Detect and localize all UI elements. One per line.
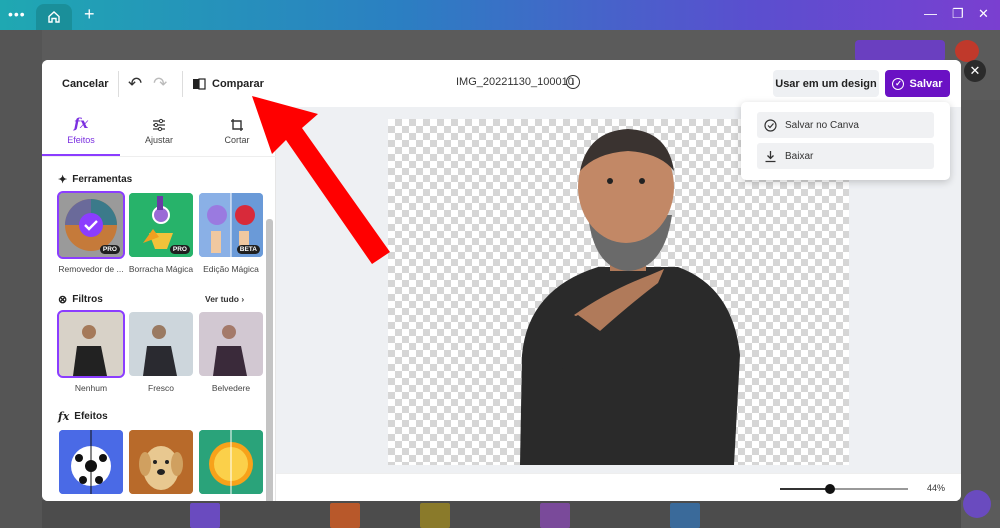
- info-icon[interactable]: i: [566, 75, 580, 89]
- annotation-arrow: [252, 96, 390, 264]
- filters-icon: ⊗: [58, 294, 68, 306]
- see-all-label: Ver tudo: [205, 294, 240, 304]
- see-all-filters-link[interactable]: Ver tudo ›: [205, 294, 244, 304]
- sparkle-icon: ✦: [58, 174, 68, 186]
- effect-tile[interactable]: [129, 430, 193, 494]
- filter-label: Belvedere: [211, 383, 251, 393]
- filter-thumbnail: [199, 312, 263, 376]
- tab-label: Ajustar: [144, 135, 173, 145]
- divider: [182, 71, 183, 97]
- minimize-icon[interactable]: —: [924, 6, 937, 21]
- pro-badge: PRO: [99, 245, 120, 254]
- divider: [118, 71, 119, 97]
- home-tab[interactable]: [36, 4, 72, 30]
- check-circle-icon: [764, 118, 777, 132]
- tab-label: Efeitos: [67, 135, 95, 145]
- dimmed-help-button: [963, 490, 991, 518]
- download-icon: [765, 150, 776, 162]
- zoom-bar: 44%: [276, 473, 961, 501]
- close-icon[interactable]: ✕: [978, 6, 989, 22]
- tab-ajustar[interactable]: Ajustar: [120, 113, 198, 155]
- save-dropdown-menu: Salvar no Canva Baixar: [741, 102, 950, 180]
- section-label: Filtros: [72, 294, 103, 305]
- tools-section-title: ✦ Ferramentas: [58, 173, 132, 186]
- dimmed-thumbnail: [330, 503, 360, 528]
- close-editor-icon[interactable]: ✕: [964, 60, 986, 82]
- dimmed-right-strip: [961, 100, 1000, 500]
- dimmed-thumbnail: [190, 503, 220, 528]
- fx-icon: fx: [58, 410, 70, 423]
- editor-header: Cancelar ↶ ↷ Comparar IMG_20221130_10001…: [42, 60, 961, 107]
- download-option[interactable]: Baixar: [757, 143, 934, 169]
- chevron-right-icon: ›: [241, 294, 245, 304]
- filters-section-title: ⊗ Filtros: [58, 293, 103, 306]
- sliders-icon: [120, 113, 198, 135]
- file-title: IMG_20221130_100010: [456, 76, 574, 88]
- tool-background-remover[interactable]: PRO: [57, 191, 125, 259]
- save-to-canva-option[interactable]: Salvar no Canva: [757, 112, 934, 138]
- filter-thumbnail: [129, 312, 193, 376]
- dog-thumbnail: [129, 430, 193, 494]
- cancel-button[interactable]: Cancelar: [54, 71, 116, 97]
- check-circle-icon: ✓: [892, 77, 905, 90]
- dimmed-thumbnail: [670, 503, 700, 528]
- fx-icon: fx: [73, 116, 89, 132]
- browser-title-bar: ••• + — ❐ ✕: [0, 0, 1000, 30]
- dimmed-thumbnail: [420, 503, 450, 528]
- plus-icon[interactable]: +: [84, 4, 95, 25]
- ellipsis-icon[interactable]: •••: [8, 6, 26, 22]
- tool-label: Borracha Mágica: [128, 264, 194, 274]
- dimmed-avatar: [955, 40, 979, 62]
- zoom-slider-handle[interactable]: [825, 484, 835, 494]
- filter-none[interactable]: [57, 310, 125, 378]
- filter-thumbnail: [59, 312, 123, 376]
- pro-badge: PRO: [169, 245, 190, 254]
- effect-tile[interactable]: [59, 430, 123, 494]
- dimmed-thumbnail: [540, 503, 570, 528]
- effect-tile[interactable]: [199, 430, 263, 494]
- zoom-level: 44%: [927, 483, 946, 493]
- filter-fresco[interactable]: [129, 312, 193, 376]
- menu-item-label: Baixar: [785, 150, 814, 162]
- save-label: Salvar: [909, 77, 943, 90]
- home-icon: [48, 11, 60, 23]
- dimmed-bottom-strip: [42, 500, 961, 528]
- tool-label: Removedor de ...: [58, 264, 124, 274]
- soccer-ball-thumbnail: [59, 430, 123, 494]
- filter-label: Nenhum: [74, 383, 108, 393]
- filter-label: Fresco: [148, 383, 174, 393]
- section-label: Efeitos: [74, 411, 108, 422]
- section-label: Ferramentas: [72, 174, 133, 185]
- compare-label: Comparar: [212, 78, 264, 90]
- tool-magic-eraser[interactable]: PRO: [129, 193, 193, 257]
- menu-item-label: Salvar no Canva: [785, 119, 859, 131]
- effects-section-title: fx Efeitos: [58, 410, 108, 423]
- orange-thumbnail: [199, 430, 263, 494]
- use-in-design-button[interactable]: Usar em um design: [773, 70, 879, 97]
- redo-icon[interactable]: ↷: [153, 74, 173, 94]
- zoom-slider-fill: [780, 488, 829, 490]
- tab-efeitos[interactable]: fx Efeitos: [42, 113, 120, 155]
- filter-belvedere[interactable]: [199, 312, 263, 376]
- dimmed-sidebar: [0, 30, 42, 528]
- dimmed-top-button: [855, 40, 945, 62]
- compare-icon: [193, 78, 206, 90]
- undo-icon[interactable]: ↶: [128, 74, 148, 94]
- restore-icon[interactable]: ❐: [952, 6, 964, 22]
- save-button[interactable]: ✓ Salvar: [885, 70, 950, 97]
